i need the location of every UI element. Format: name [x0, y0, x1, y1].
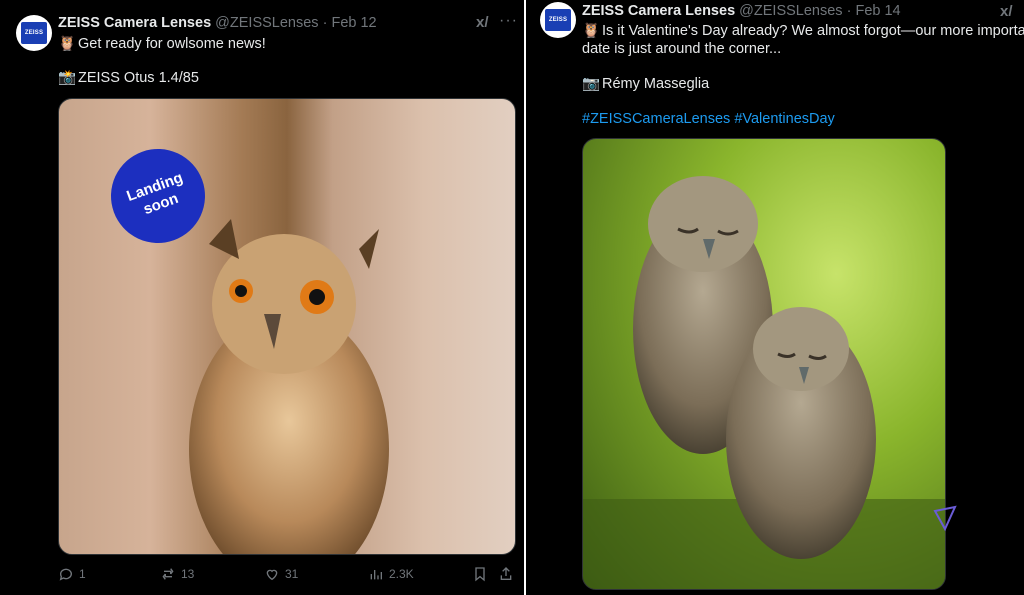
bookmark-icon — [475, 567, 485, 582]
avatar[interactable]: ZEISS — [16, 15, 52, 51]
tweet-text-line2: date is just around the corner... — [582, 40, 781, 58]
repost-button[interactable]: 13 — [160, 566, 194, 582]
zeiss-logo: ZEISS — [21, 22, 47, 44]
post-image[interactable]: Landing soon — [58, 98, 516, 555]
post-image[interactable] — [582, 138, 946, 590]
owl-emoji-icon: 🦉 — [582, 23, 601, 39]
grok-icon[interactable]: x/ — [1000, 3, 1013, 20]
repost-count: 13 — [181, 567, 195, 581]
camera-emoji-icon: 📷 — [582, 76, 601, 92]
tweet-right[interactable]: ZEISS ZEISS Camera Lenses @ZEISSLenses ·… — [526, 0, 1024, 595]
author-handle[interactable]: @ZEISSLenses — [215, 15, 318, 31]
tweet-text: Get ready for owlsome news! — [78, 36, 266, 52]
like-count: 31 — [285, 567, 299, 581]
tweet-left[interactable]: ZEISS ZEISS Camera Lenses @ZEISSLenses ·… — [0, 0, 525, 595]
avatar[interactable]: ZEISS — [540, 2, 576, 38]
like-button[interactable]: 31 — [264, 566, 298, 582]
heart-icon — [266, 569, 278, 581]
reply-count: 1 — [79, 567, 86, 581]
post-date[interactable]: Feb 14 — [855, 3, 900, 19]
owl-emoji-icon: 🦉 — [58, 36, 77, 52]
camera-flash-emoji-icon: 📸 — [58, 70, 77, 86]
tweet-header: ZEISS Camera Lenses @ZEISSLenses · Feb 1… — [58, 15, 377, 31]
photo-credit: Rémy Masseglia — [602, 76, 710, 92]
share-icon — [500, 567, 512, 580]
product-name: ZEISS Otus 1.4/85 — [78, 70, 199, 86]
tweet-header: ZEISS Camera Lenses @ZEISSLenses · Feb 1… — [582, 3, 901, 19]
share-button[interactable] — [498, 566, 514, 582]
tweet-text-line2: 📸 ZEISS Otus 1.4/85 — [58, 69, 199, 87]
author-name[interactable]: ZEISS Camera Lenses — [582, 3, 735, 19]
tweet-text-line1: 🦉 Is it Valentine's Day already? We almos… — [582, 22, 1024, 40]
tweet-actions: 1 13 31 2.3K — [58, 566, 514, 584]
reply-icon — [59, 568, 72, 581]
tweet-text: Is it Valentine's Day already? We almost… — [602, 23, 1024, 39]
author-name[interactable]: ZEISS Camera Lenses — [58, 15, 211, 31]
views-icon — [370, 570, 382, 580]
more-options-icon[interactable]: ··· — [499, 12, 518, 30]
watermark-icon — [933, 505, 957, 532]
post-date[interactable]: Feb 12 — [331, 15, 376, 31]
author-handle[interactable]: @ZEISSLenses — [739, 3, 842, 19]
views-button[interactable]: 2.3K — [368, 566, 414, 582]
separator: · — [846, 3, 852, 19]
owlets-illustration — [583, 176, 945, 589]
tweet-text-continued: date is just around the corner... — [582, 41, 782, 57]
separator: · — [322, 15, 328, 31]
bookmark-button[interactable] — [472, 566, 488, 582]
repost-icon — [162, 568, 174, 580]
photo-credit-line: 📷 Rémy Masseglia — [582, 75, 709, 93]
tweet-text-line1: 🦉 Get ready for owlsome news! — [58, 35, 266, 53]
grok-icon[interactable]: x/ — [476, 14, 489, 31]
hashtags[interactable]: #ZEISSCameraLenses #ValentinesDay — [582, 110, 835, 128]
view-count: 2.3K — [389, 567, 414, 581]
zeiss-logo: ZEISS — [545, 9, 571, 31]
reply-button[interactable]: 1 — [58, 566, 86, 582]
